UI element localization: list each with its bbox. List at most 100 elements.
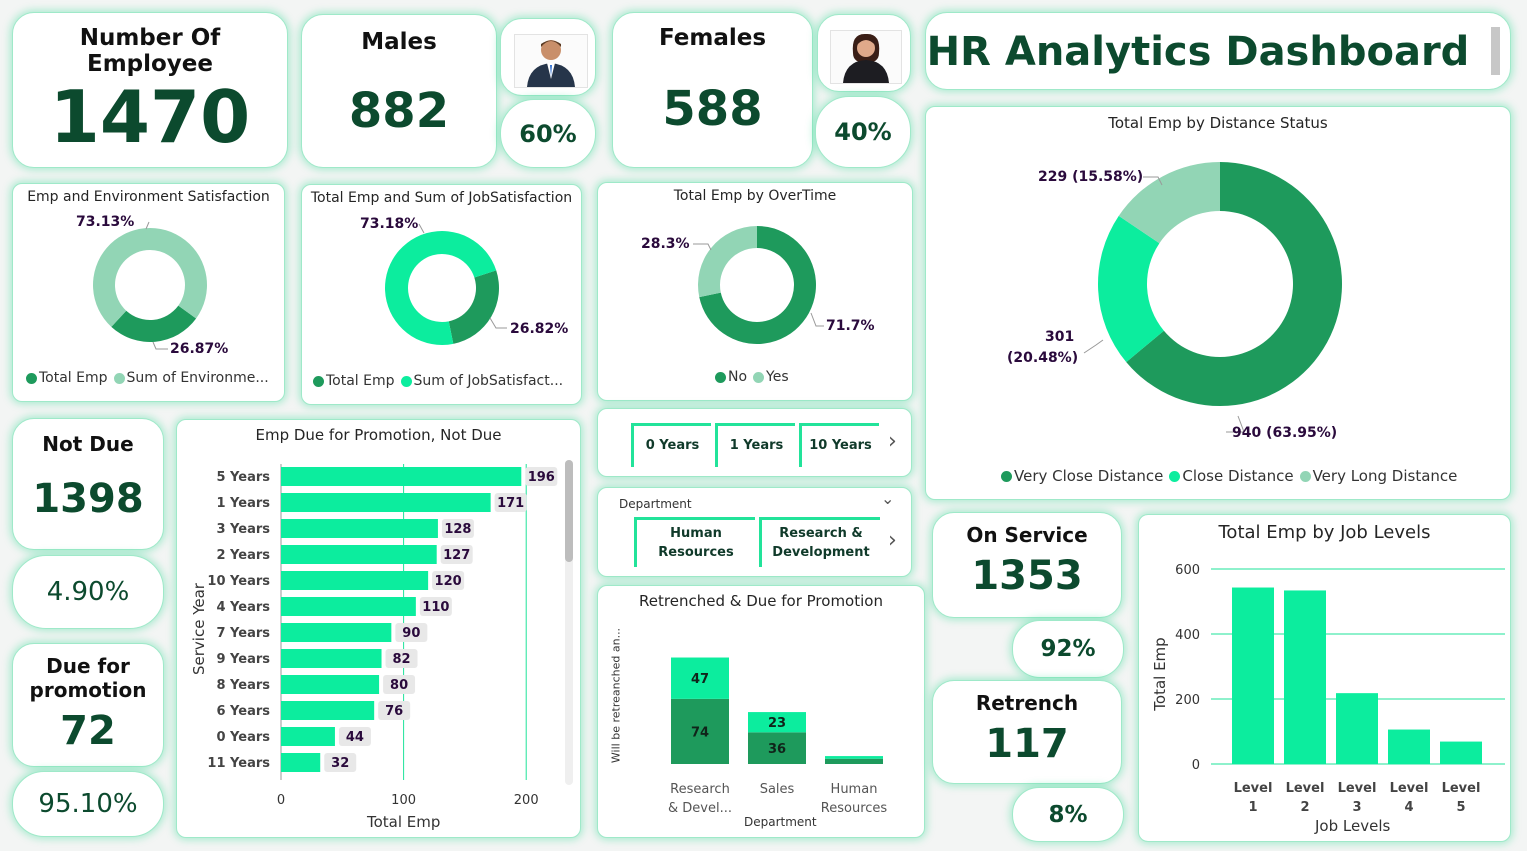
promotion-y-tick-5: 4 Years (216, 600, 270, 615)
kpi-not-due-pct: 4.90% (46, 577, 130, 607)
distance-leader-close (1083, 339, 1104, 354)
promotion-bar-6 (281, 623, 392, 642)
retrench-data-label-1-0: 36 (768, 742, 786, 757)
retrench-x-tick-0-0: Research (670, 782, 730, 797)
retrench-bar-chart: 74 47 Research & Devel... 36 23 Sales Human Reso… (668, 657, 887, 816)
promotion-data-label-2: 128 (444, 522, 471, 537)
kpi-due-title-l1: Due for (46, 654, 130, 678)
kpi-employees-value: 1470 (49, 75, 251, 159)
promotion-data-label-7: 82 (392, 652, 410, 667)
distance-label-verylong: 229 (15.58%) (1038, 169, 1144, 185)
promotion-bar-0 (281, 467, 522, 486)
job-satisfaction-card: Total Emp and Sum of JobSatisfaction 73.… (301, 184, 582, 405)
env-leader-top (145, 221, 150, 230)
retrench-data-label-0-0: 74 (691, 725, 709, 740)
years-slicer-option-2[interactable]: 10 Years (799, 423, 879, 467)
env-label-bottom: 26.87% (170, 341, 229, 357)
chevron-down-icon[interactable]: ⌄ (881, 489, 894, 508)
promotion-y-tick-9: 6 Years (216, 704, 270, 719)
kpi-retrench-title: Retrench (975, 691, 1079, 715)
job-levels-y-tick-2: 400 (1175, 628, 1200, 643)
department-slicer-option-0[interactable]: Human Resources (634, 517, 755, 567)
promotion-y-tick-10: 0 Years (216, 730, 270, 745)
promotion-y-tick-11: 11 Years (207, 756, 270, 771)
job-levels-y-tick-0: 0 (1192, 758, 1200, 773)
job-levels-x-axis-title: Job Levels (1315, 817, 1391, 835)
distance-legend-item-close: Close Distance (1169, 467, 1294, 485)
distance-legend: Very Close Distance Close Distance Very … (1001, 467, 1457, 485)
promotion-x-tick-0: 0 (277, 793, 285, 808)
promotion-data-label-10: 44 (346, 730, 364, 745)
kpi-on-service-title: On Service (966, 523, 1088, 547)
job-levels-y-tick-3: 600 (1175, 563, 1200, 578)
female-avatar-card (817, 14, 911, 92)
distance-legend-item-veryclose: Very Close Distance (1001, 467, 1163, 485)
promotion-bar-8 (281, 675, 380, 694)
env-legend: Total Emp Sum of Environme... (26, 370, 269, 386)
retrench-bar-2-0 (825, 758, 883, 764)
kpi-males-card: Males 882 (301, 14, 497, 168)
dashboard-title-card: HR Analytics Dashboard (925, 12, 1511, 90)
env-satisfaction-card: Emp and Environment Satisfaction 73.13% … (12, 183, 285, 402)
promotion-bar-11 (281, 753, 321, 772)
env-legend-item-total: Total Emp (26, 370, 108, 386)
job-levels-bar-3 (1388, 729, 1430, 764)
chevron-right-icon[interactable]: › (888, 528, 897, 553)
department-slicer-label: Department (619, 497, 692, 511)
promotion-bar-10 (281, 727, 335, 746)
kpi-not-due-title: Not Due (42, 432, 134, 456)
male-avatar-card (500, 18, 596, 96)
promotion-y-tick-0: 5 Years (216, 470, 270, 485)
years-slicer-card: 0 Years 1 Years 10 Years › (597, 408, 912, 477)
overtime-label-yes: 28.3% (641, 236, 690, 252)
promotion-y-tick-6: 7 Years (216, 626, 270, 641)
years-slicer-option-0[interactable]: 0 Years (631, 423, 711, 467)
chevron-right-icon[interactable]: › (888, 429, 897, 454)
distance-label-veryclose: 940 (63.95%) (1232, 425, 1338, 441)
job-levels-x-tick-3-word: Level (1390, 781, 1429, 796)
job-leader-top (418, 223, 425, 234)
env-slice-1 (93, 228, 207, 327)
overtime-legend-item-no: No (715, 369, 747, 385)
promotion-y-tick-7: 9 Years (216, 652, 270, 667)
retrench-bar-2-1 (825, 756, 883, 759)
job-slice-0 (448, 270, 499, 344)
kpi-due-title-l2: promotion (29, 678, 147, 702)
kpi-females-card: Females 588 (612, 12, 813, 168)
kpi-females-value: 588 (662, 81, 763, 137)
job-levels-x-tick-2-word: Level (1338, 781, 1377, 796)
title-scrollbar (1491, 27, 1500, 75)
years-slicer-option-1[interactable]: 1 Years (715, 423, 795, 467)
job-levels-x-tick-0-word: Level (1234, 781, 1273, 796)
promotion-y-axis-title: Service Year (190, 583, 208, 675)
promotion-scrollbar-thumb[interactable] (565, 460, 573, 562)
job-levels-x-tick-3-num: 4 (1404, 800, 1413, 815)
retrench-x-tick-2-0: Human (831, 782, 878, 797)
male-user-icon (514, 34, 588, 88)
promotion-y-tick-8: 8 Years (216, 678, 270, 693)
job-legend-item-total: Total Emp (313, 373, 395, 389)
kpi-employees-title: Number Of Employee (79, 25, 221, 77)
kpi-employees-card: Number Of Employee 1470 (12, 12, 288, 168)
promotion-x-axis-title: Total Emp (367, 813, 441, 831)
retrench-data-label-0-1: 47 (691, 672, 709, 687)
kpi-due-pct: 95.10% (38, 789, 138, 819)
promotion-data-label-1: 171 (497, 496, 524, 511)
kpi-males-pct: 60% (519, 119, 577, 148)
promotion-scrollbar[interactable] (565, 460, 573, 785)
job-levels-x-tick-0-num: 1 (1248, 800, 1257, 815)
job-leader-right (489, 317, 507, 329)
distance-label-close-count: 301 (1045, 329, 1075, 345)
kpi-not-due-card: Not Due 1398 (12, 418, 164, 550)
kpi-on-service-pct: 92% (1040, 636, 1096, 662)
overtime-leader-yes (693, 243, 712, 251)
job-donut-chart (385, 223, 507, 345)
job-levels-x-tick-1-num: 2 (1300, 800, 1309, 815)
kpi-retrench-card: Retrench 117 (932, 680, 1122, 784)
department-slicer-option-1[interactable]: Research & Development (759, 517, 880, 567)
overtime-card: Total Emp by OverTime 28.3% 71.7% No Yes (597, 182, 913, 401)
promotion-data-label-5: 110 (422, 600, 449, 615)
promotion-y-tick-1: 1 Years (216, 496, 270, 511)
promotion-data-label-11: 32 (331, 756, 349, 771)
overtime-leader-no (810, 312, 824, 327)
